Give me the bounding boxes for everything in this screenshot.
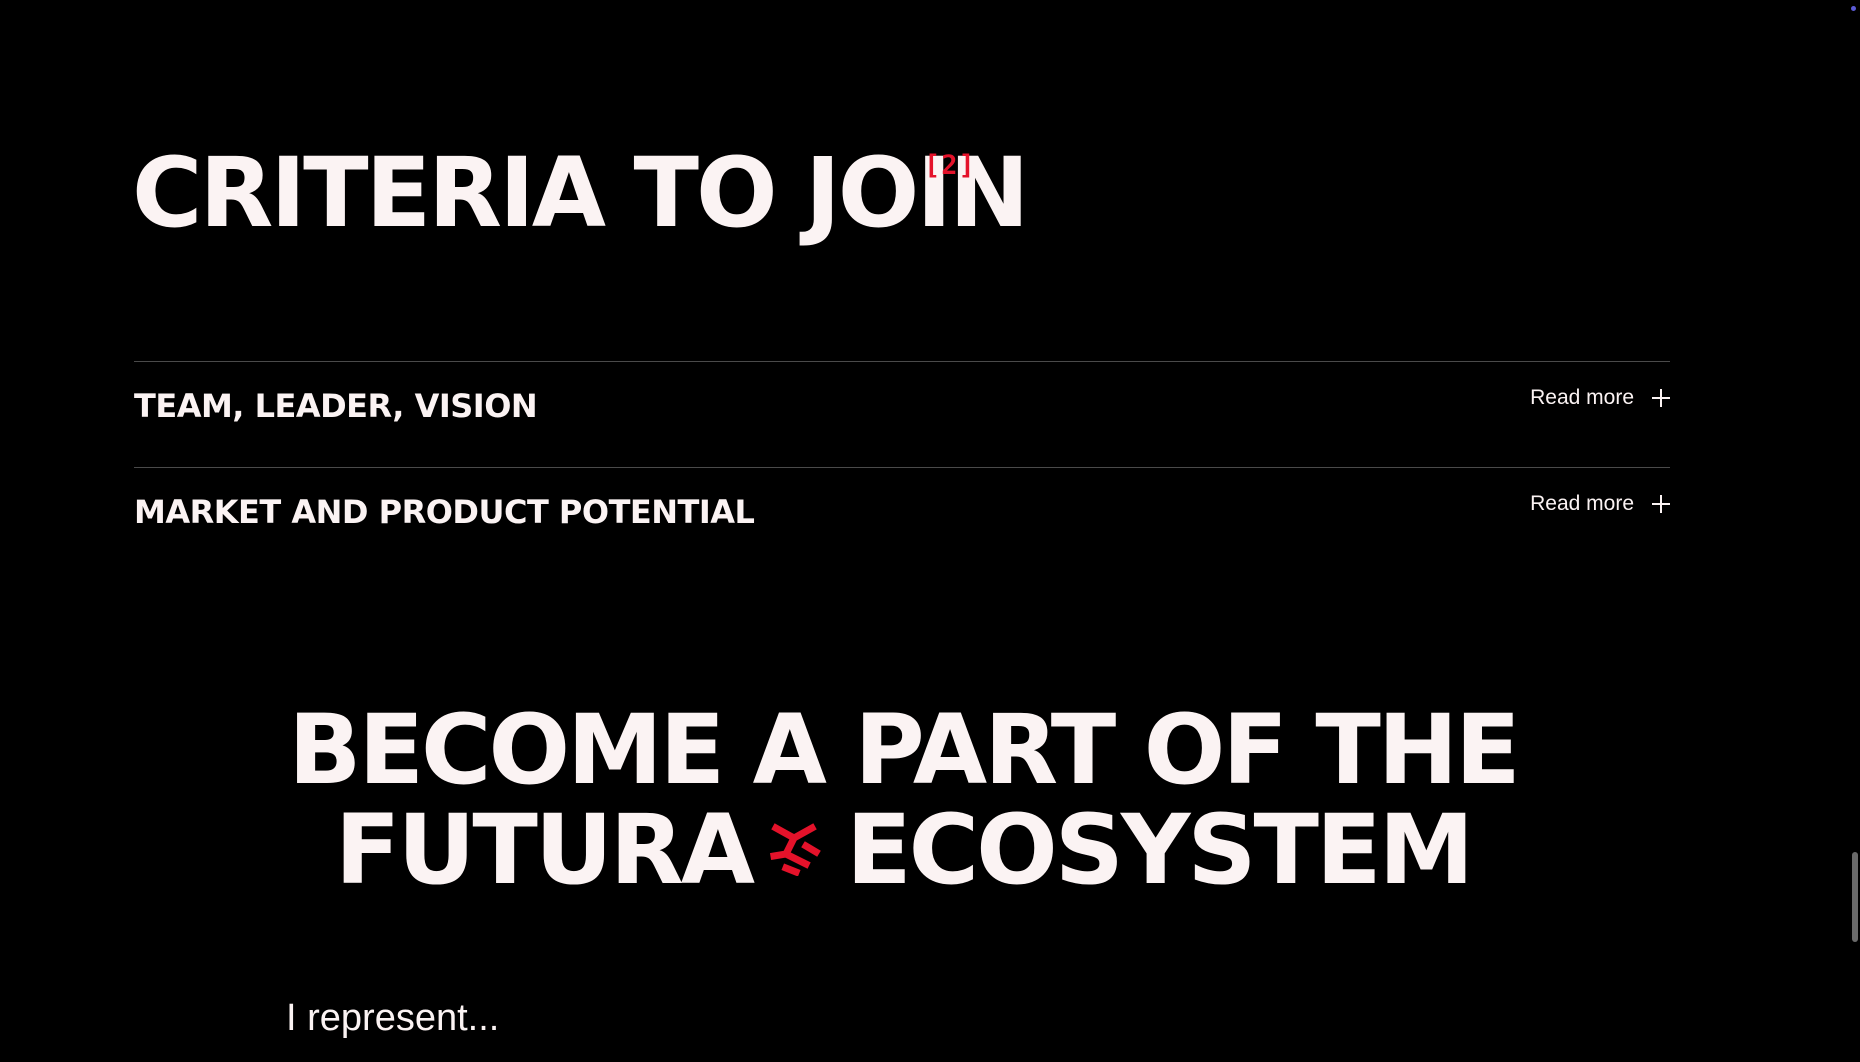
plus-icon [1652,495,1670,513]
read-more-label: Read more [1530,492,1634,515]
page: CRITERIA TO JOIN [2] TEAM, LEADER, VISIO… [0,0,1860,1062]
ecosystem-cta-heading: BECOME A PART OF THE FUTURA ECOSYSTEM [0,700,1806,900]
futura-logo-icon [770,822,821,876]
cta-ecosystem-word: ECOSYSTEM [846,794,1474,906]
accordion-item-team[interactable]: TEAM, LEADER, VISION Read more [134,361,1670,467]
accordion-item-title: MARKET AND PRODUCT POTENTIAL [134,493,755,531]
scrollbar-thumb[interactable] [1852,852,1858,942]
criteria-heading: CRITERIA TO JOIN [132,137,1029,249]
scrollbar[interactable] [1848,0,1860,1062]
cta-futura-word: FUTURA [334,794,755,906]
cta-line-1: BECOME A PART OF THE [288,694,1520,806]
read-more-button[interactable]: Read more [1530,386,1670,410]
criteria-footnote: [2] [924,150,976,181]
indicator-dot [1851,6,1856,11]
accordion-item-title: TEAM, LEADER, VISION [134,387,538,425]
plus-icon [1652,389,1670,407]
accordion-item-market[interactable]: MARKET AND PRODUCT POTENTIAL Read more [134,467,1670,573]
represent-prompt: I represent... [286,997,500,1039]
read-more-label: Read more [1530,386,1634,409]
read-more-button[interactable]: Read more [1530,492,1670,516]
criteria-accordion: TEAM, LEADER, VISION Read more MARKET AN… [134,361,1670,573]
cta-line-2: FUTURA ECOSYSTEM [0,800,1806,900]
